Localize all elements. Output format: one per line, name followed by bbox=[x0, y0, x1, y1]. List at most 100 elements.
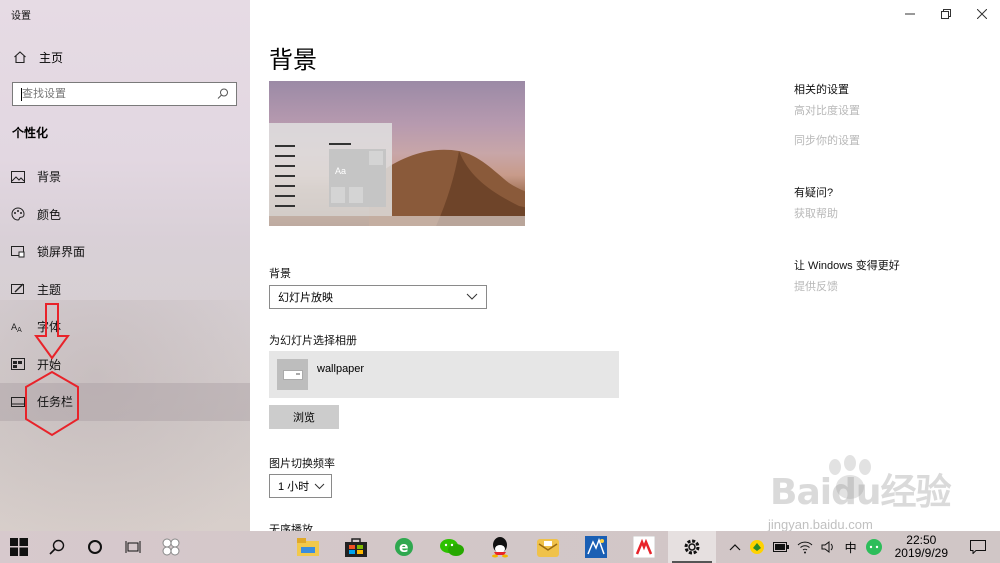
mock-tile-small bbox=[349, 187, 363, 203]
taskbar: e 中 22:50 2019/9/29 bbox=[0, 531, 1000, 563]
ime-indicator[interactable]: 中 bbox=[841, 531, 861, 563]
album-selection[interactable]: wallpaper bbox=[269, 351, 619, 398]
nav-item-background[interactable]: 背景 bbox=[0, 158, 250, 196]
nav-item-lock-screen[interactable]: 锁屏界面 bbox=[0, 233, 250, 271]
dropdown-value: 幻灯片放映 bbox=[278, 292, 333, 304]
shuffle-label: 无序播放 bbox=[269, 524, 313, 531]
svg-text:A: A bbox=[17, 326, 22, 333]
chevron-up-icon bbox=[729, 544, 741, 551]
nav-item-colors[interactable]: 颜色 bbox=[0, 196, 250, 234]
personalization-nav: 背景 颜色 锁屏界面 主题 AA 字体 开始 任务栏 bbox=[0, 158, 250, 421]
tray-overflow-button[interactable] bbox=[725, 531, 745, 563]
pinwheel-icon bbox=[162, 538, 180, 556]
chevron-down-icon bbox=[466, 293, 478, 300]
lock-screen-icon bbox=[11, 245, 25, 259]
red-app-icon bbox=[633, 536, 655, 558]
mock-title-bar bbox=[329, 143, 351, 145]
browse-button[interactable]: 浏览 bbox=[269, 405, 339, 429]
taskbar-app-settings[interactable] bbox=[668, 531, 716, 563]
palette-icon bbox=[11, 207, 25, 221]
nav-label: 锁屏界面 bbox=[37, 245, 86, 260]
nav-item-start[interactable]: 开始 bbox=[0, 346, 250, 384]
nav-item-themes[interactable]: 主题 bbox=[0, 271, 250, 309]
volume-button[interactable] bbox=[817, 531, 841, 563]
folder-thumbnail-icon bbox=[277, 359, 308, 390]
taskbar-app-red[interactable] bbox=[620, 531, 668, 563]
frequency-label: 图片切换频率 bbox=[269, 458, 335, 470]
home-nav-item[interactable]: 主页 bbox=[0, 44, 250, 70]
search-button[interactable] bbox=[38, 531, 76, 563]
mock-tile-small bbox=[369, 151, 383, 165]
battery-button[interactable] bbox=[769, 531, 793, 563]
file-explorer-icon bbox=[297, 538, 319, 556]
cortana-icon bbox=[88, 540, 102, 554]
game-app-icon bbox=[585, 536, 607, 558]
window-title: 设置 bbox=[11, 11, 31, 22]
frequency-dropdown[interactable]: 1 小时 bbox=[269, 474, 332, 498]
page-title: 背景 bbox=[269, 47, 317, 74]
system-tray: 中 22:50 2019/9/29 bbox=[725, 531, 1000, 563]
start-button[interactable] bbox=[0, 531, 38, 563]
task-view-icon bbox=[125, 541, 141, 553]
notification-icon bbox=[970, 540, 986, 554]
settings-search-box[interactable] bbox=[12, 82, 237, 106]
chevron-down-icon bbox=[314, 483, 325, 489]
minimize-icon bbox=[905, 13, 915, 15]
ie-browser-icon: e bbox=[395, 538, 413, 556]
tray-chat-icon-button[interactable] bbox=[861, 531, 887, 563]
feedback-link[interactable]: 提供反馈 bbox=[794, 278, 838, 294]
taskbar-app-wechat[interactable] bbox=[428, 531, 476, 563]
background-preview: Aa bbox=[269, 81, 525, 226]
restore-button[interactable] bbox=[928, 0, 964, 28]
speaker-icon bbox=[821, 541, 833, 553]
high-contrast-link[interactable]: 高对比度设置 bbox=[794, 102, 860, 118]
store-icon bbox=[345, 538, 367, 557]
home-label: 主页 bbox=[39, 50, 64, 65]
text-caret bbox=[21, 88, 22, 101]
taskbar-app-store[interactable] bbox=[332, 531, 380, 563]
taskbar-app-explorer[interactable] bbox=[284, 531, 332, 563]
font-icon: AA bbox=[11, 320, 25, 334]
sync-settings-link[interactable]: 同步你的设置 bbox=[794, 132, 860, 148]
nav-label: 主题 bbox=[37, 282, 62, 297]
wechat-icon bbox=[440, 539, 464, 556]
close-button[interactable] bbox=[964, 0, 1000, 28]
background-type-dropdown[interactable]: 幻灯片放映 bbox=[269, 285, 487, 309]
nav-label: 任务栏 bbox=[37, 395, 74, 410]
question-heading: 有疑问? bbox=[794, 187, 834, 199]
pinwheel-app-button[interactable] bbox=[152, 531, 190, 563]
nav-item-taskbar[interactable]: 任务栏 bbox=[0, 383, 250, 421]
tray-app-icon[interactable] bbox=[745, 531, 769, 563]
dropdown-value: 1 小时 bbox=[278, 481, 310, 493]
get-help-link[interactable]: 获取帮助 bbox=[794, 205, 838, 221]
main-content: 背景 Aa 背景 幻灯片放映 为幻灯片选择相册 wallpaper 浏览 图片切… bbox=[250, 0, 1000, 531]
search-icon[interactable] bbox=[216, 87, 230, 101]
background-type-label: 背景 bbox=[269, 268, 291, 280]
cortana-button[interactable] bbox=[76, 531, 114, 563]
taskbar-app-mail[interactable] bbox=[524, 531, 572, 563]
ball-app-icon bbox=[749, 540, 764, 554]
taskbar-app-game[interactable] bbox=[572, 531, 620, 563]
picture-icon bbox=[11, 170, 25, 184]
minimize-button[interactable] bbox=[892, 0, 928, 28]
action-center-button[interactable] bbox=[956, 531, 1000, 563]
taskbar-app-ie[interactable]: e bbox=[380, 531, 428, 563]
mail-app-icon bbox=[537, 539, 559, 557]
album-label: 为幻灯片选择相册 bbox=[269, 335, 357, 347]
clock[interactable]: 22:50 2019/9/29 bbox=[887, 531, 956, 563]
network-button[interactable] bbox=[793, 531, 817, 563]
clock-date: 2019/9/29 bbox=[894, 546, 948, 560]
task-view-button[interactable] bbox=[114, 531, 152, 563]
preview-dune bbox=[369, 149, 525, 226]
taskbar-app-qq[interactable] bbox=[476, 531, 524, 563]
search-input[interactable] bbox=[13, 83, 216, 105]
nav-item-fonts[interactable]: AA 字体 bbox=[0, 308, 250, 346]
album-name: wallpaper bbox=[317, 362, 365, 375]
wifi-icon bbox=[797, 541, 812, 554]
section-title: 个性化 bbox=[12, 126, 49, 140]
window-controls bbox=[892, 0, 1000, 28]
nav-label: 开始 bbox=[37, 357, 62, 372]
settings-gear-icon bbox=[684, 539, 700, 555]
preview-tile-text: Aa bbox=[335, 166, 347, 176]
sidebar: 设置 主页 个性化 背景 颜色 锁屏界 bbox=[0, 0, 250, 531]
